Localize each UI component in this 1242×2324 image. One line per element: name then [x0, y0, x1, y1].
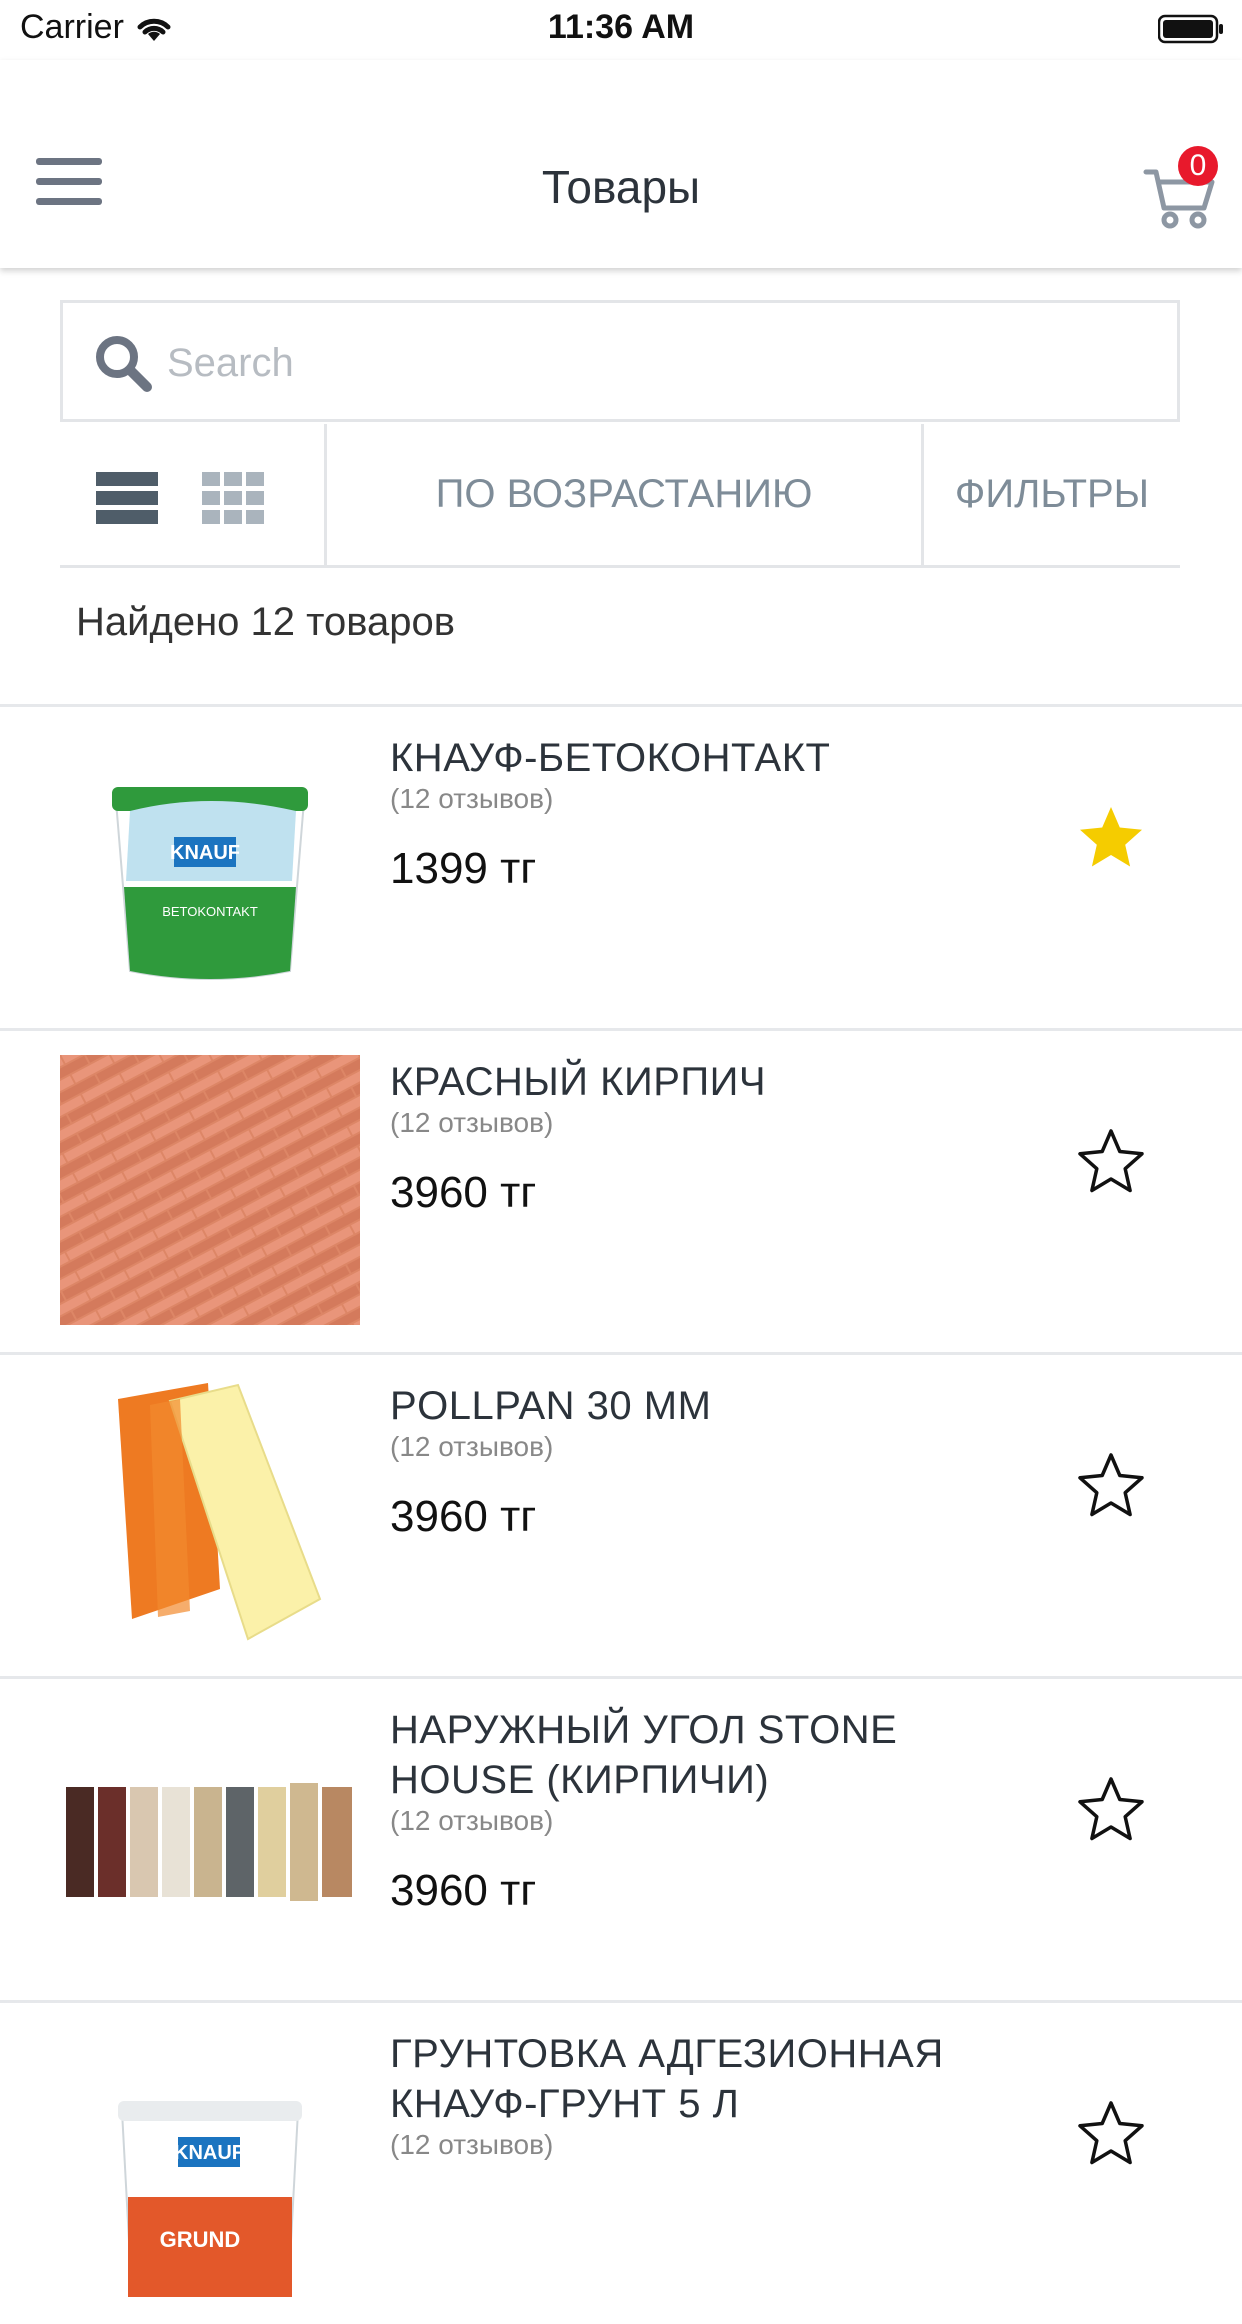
product-name[interactable]: POLLPAN 30 ММ: [390, 1384, 711, 1428]
svg-text:BETOKONTAKT: BETOKONTAKT: [162, 904, 258, 919]
list-view-icon[interactable]: [96, 472, 158, 524]
product-price: 3960 тг: [390, 1866, 537, 1915]
grid-view-icon[interactable]: [202, 472, 264, 524]
battery-icon: [1158, 14, 1223, 44]
product-reviews: (12 отзывов): [390, 1431, 554, 1462]
results-count: Найдено 12 товаров: [76, 600, 456, 644]
product-name[interactable]: ГРУНТОВКА АДГЕЗИОННАЯ КНАУФ-ГРУНТ 5 Л: [390, 2032, 944, 2126]
product-price: 1399 тг: [390, 844, 537, 893]
star-icon[interactable]: [1076, 1775, 1146, 1845]
search-box[interactable]: [60, 300, 1180, 422]
product-reviews: (12 отзывов): [390, 783, 554, 814]
svg-text:GRUND: GRUND: [160, 2227, 241, 2252]
product-name[interactable]: НАРУЖНЫЙ УГОЛ STONE HOUSE (КИРПИЧИ): [390, 1708, 897, 1802]
star-icon[interactable]: [1076, 1127, 1146, 1197]
product-list: KNAUF BETOKONTAKT КНАУФ-БЕТОКОНТАКТ (12 …: [0, 704, 1242, 2324]
product-info: НАРУЖНЫЙ УГОЛ STONE HOUSE (КИРПИЧИ) (12 …: [390, 1705, 1010, 1917]
cart-count-badge: 0: [1178, 146, 1218, 186]
product-info: ГРУНТОВКА АДГЕЗИОННАЯ КНАУФ-ГРУНТ 5 Л (1…: [390, 2029, 1010, 2189]
product-image-knauf-grund: KNAUF GRUND: [118, 2101, 302, 2297]
product-price: 3960 тг: [390, 1492, 537, 1541]
filters-button[interactable]: ФИЛЬТРЫ: [924, 424, 1180, 565]
product-row[interactable]: KNAUF GRUND ГРУНТОВКА АДГЕЗИОННАЯ КНАУФ-…: [0, 2000, 1242, 2324]
product-row[interactable]: POLLPAN 30 ММ (12 отзывов) 3960 тг: [0, 1352, 1242, 1676]
product-image-red-bricks: [60, 1055, 360, 1325]
svg-text:KNAUF: KNAUF: [170, 842, 240, 864]
navigation-bar: Товары 0: [0, 60, 1242, 268]
product-info: КРАСНЫЙ КИРПИЧ (12 отзывов) 3960 тг: [390, 1057, 1010, 1219]
view-toggle: [60, 424, 327, 565]
product-row[interactable]: KNAUF BETOKONTAKT КНАУФ-БЕТОКОНТАКТ (12 …: [0, 704, 1242, 1028]
product-image-knauf-bucket: KNAUF BETOKONTAKT: [112, 787, 308, 980]
product-info: POLLPAN 30 ММ (12 отзывов) 3960 тг: [390, 1381, 1010, 1543]
product-row[interactable]: КРАСНЫЙ КИРПИЧ (12 отзывов) 3960 тг: [0, 1028, 1242, 1352]
sort-button[interactable]: ПО ВОЗРАСТАНИЮ: [327, 424, 924, 565]
search-input[interactable]: [165, 327, 1149, 399]
product-name[interactable]: КНАУФ-БЕТОКОНТАКТ: [390, 736, 830, 780]
star-icon[interactable]: [1076, 2099, 1146, 2169]
product-info: КНАУФ-БЕТОКОНТАКТ (12 отзывов) 1399 тг: [390, 733, 1010, 895]
page-title: Товары: [541, 161, 701, 213]
star-icon[interactable]: [1076, 803, 1146, 873]
product-reviews: (12 отзывов): [390, 1805, 554, 1836]
product-image-insulation-panel: [118, 1383, 322, 1641]
product-row[interactable]: НАРУЖНЫЙ УГОЛ STONE HOUSE (КИРПИЧИ) (12 …: [0, 1676, 1242, 2000]
star-icon[interactable]: [1076, 1451, 1146, 1521]
product-name[interactable]: КРАСНЫЙ КИРПИЧ: [390, 1060, 766, 1104]
product-price: 3960 тг: [390, 1168, 537, 1217]
product-image-stone-corners: [66, 1783, 352, 1901]
svg-text:KNAUF: KNAUF: [174, 2142, 244, 2164]
product-reviews: (12 отзывов): [390, 1107, 554, 1138]
product-reviews: (12 отзывов): [390, 2129, 554, 2160]
status-bar: Carrier 11:36 AM: [0, 0, 1242, 60]
list-toolbar: ПО ВОЗРАСТАНИЮ ФИЛЬТРЫ: [60, 424, 1180, 568]
status-time: 11:36 AM: [547, 8, 695, 46]
search-icon: [96, 336, 152, 392]
